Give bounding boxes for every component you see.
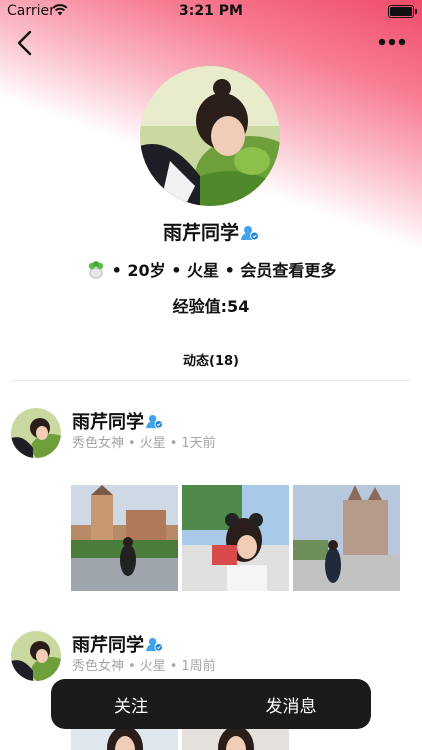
profile-avatar[interactable] [140, 66, 280, 206]
divider [12, 380, 410, 381]
post-photo[interactable] [71, 485, 178, 591]
post-location: 火星 [139, 436, 166, 451]
experience-value: 经验值:54 [172, 297, 250, 316]
verified-badge-icon [146, 414, 163, 429]
follow-button[interactable]: 关注 [51, 692, 211, 717]
post-photo[interactable] [182, 485, 289, 591]
profile-name-text: 雨芹同学 [162, 222, 239, 244]
battery-icon [388, 5, 417, 18]
more-dots-icon[interactable] [378, 36, 406, 48]
post-avatar[interactable] [11, 408, 61, 458]
post-time: 1天前 [181, 436, 216, 451]
back-arrow-icon[interactable] [12, 28, 40, 58]
post-author-name: 雨芹同学 [72, 635, 144, 656]
plant-icon [88, 261, 103, 279]
post-avatar[interactable] [11, 631, 61, 681]
profile-info-text[interactable]: • 20岁 • 火星 • 会员查看更多 [112, 261, 337, 280]
post-location: 火星 [139, 659, 166, 674]
post-author: 雨芹同学 [72, 408, 163, 434]
post-tag: 秀色女神 [72, 659, 125, 674]
post-photo[interactable] [293, 485, 400, 591]
verified-badge-icon [241, 226, 259, 241]
verified-badge-icon [146, 637, 163, 652]
message-button[interactable]: 发消息 [211, 692, 371, 717]
profile-name: 雨芹同学 [0, 218, 422, 245]
status-bar: Carrier 3:21 PM [0, 0, 422, 22]
post-time: 1周前 [181, 659, 216, 674]
post-tag: 秀色女神 [72, 436, 125, 451]
tab-feed[interactable]: 动态(18) [0, 350, 422, 369]
post-author: 雨芹同学 [72, 631, 163, 657]
profile-info: • 20岁 • 火星 • 会员查看更多 [0, 257, 422, 281]
action-bar: 关注 发消息 [51, 679, 371, 729]
post-author-name: 雨芹同学 [72, 412, 144, 433]
post-meta: 秀色女神 • 火星 • 1天前 [72, 436, 216, 451]
post-meta: 秀色女神 • 火星 • 1周前 [72, 659, 216, 674]
status-time: 3:21 PM [179, 3, 243, 19]
